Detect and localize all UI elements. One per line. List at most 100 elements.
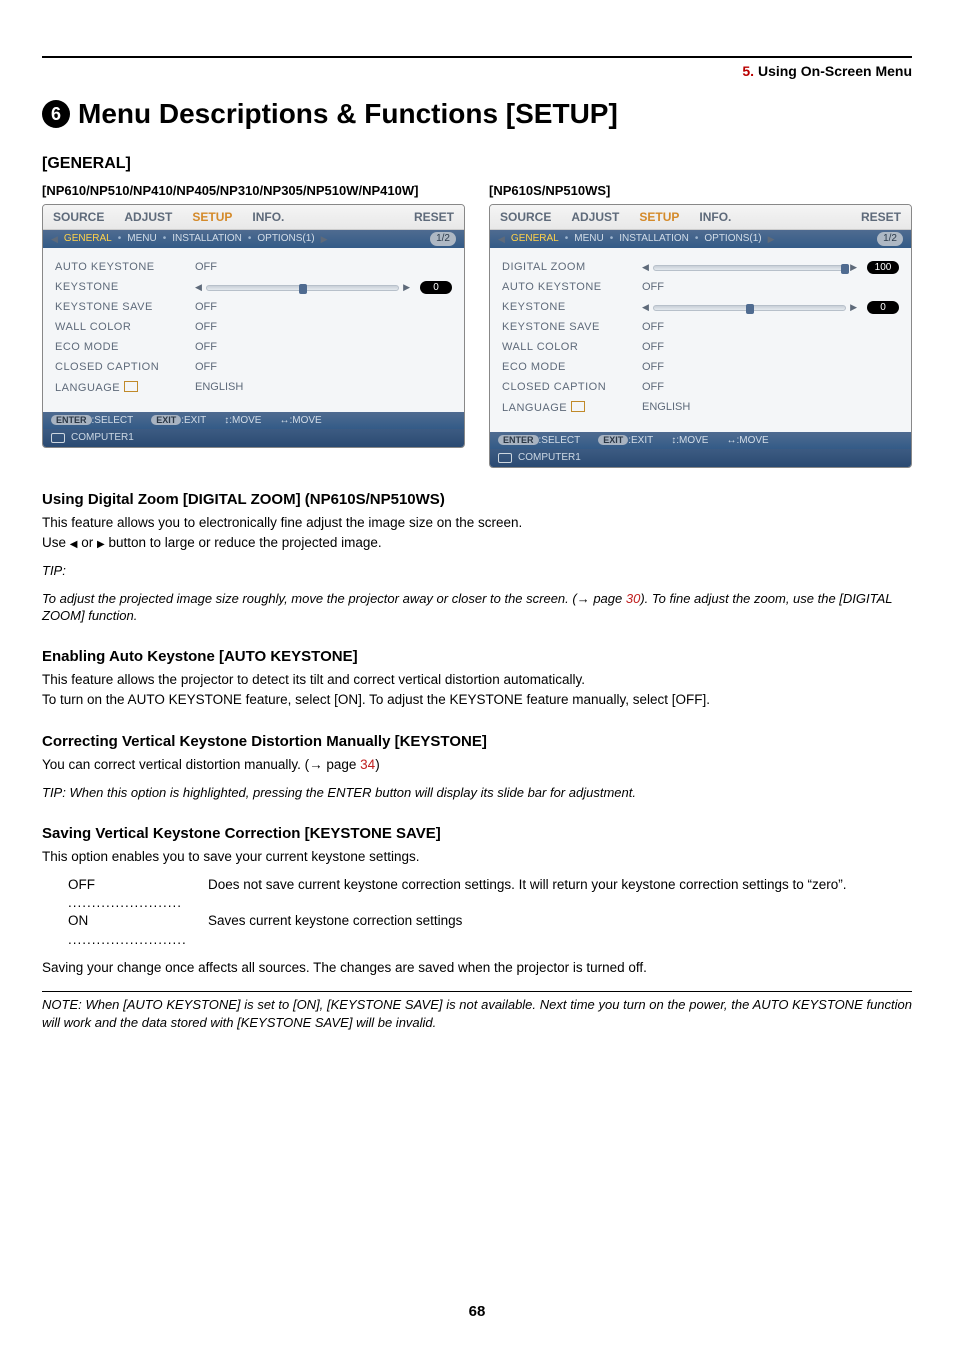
osd-row-value: OFF bbox=[195, 320, 217, 335]
subtab-installation[interactable]: INSTALLATION bbox=[619, 232, 689, 246]
osd-row[interactable]: AUTO KEYSTONEOFF bbox=[55, 258, 452, 278]
page-link-30[interactable]: 30 bbox=[626, 591, 640, 606]
osd-row-label: KEYSTONE bbox=[502, 300, 642, 315]
section-title: Using On-Screen Menu bbox=[758, 63, 912, 79]
subtab-right-arrow-icon[interactable]: ▶ bbox=[768, 233, 775, 245]
osd-row[interactable]: KEYSTONE◀ ▶ 0 bbox=[55, 278, 452, 298]
source-name: COMPUTER1 bbox=[71, 431, 134, 445]
slider-value-badge: 100 bbox=[867, 261, 899, 275]
enter-label: :SELECT bbox=[539, 435, 581, 446]
slider-left-arrow-icon[interactable]: ◀ bbox=[642, 261, 649, 273]
osd-row-label: LANGUAGE bbox=[55, 380, 195, 396]
osd-row[interactable]: LANGUAGEENGLISH bbox=[55, 378, 452, 398]
subtab-menu[interactable]: MENU bbox=[574, 232, 603, 246]
keystone-manual-tip: TIP: When this option is highlighted, pr… bbox=[42, 784, 912, 802]
osd-row[interactable]: ECO MODEOFF bbox=[502, 358, 899, 378]
section-header: 5. Using On-Screen Menu bbox=[42, 56, 912, 81]
osd-row[interactable]: WALL COLOROFF bbox=[502, 338, 899, 358]
subtab-right-arrow-icon[interactable]: ▶ bbox=[321, 233, 328, 245]
osd-row[interactable]: CLOSED CAPTIONOFF bbox=[55, 358, 452, 378]
osd-tab-adjust[interactable]: ADJUST bbox=[561, 205, 629, 229]
subtab-installation[interactable]: INSTALLATION bbox=[172, 232, 242, 246]
osd-tab-adjust[interactable]: ADJUST bbox=[114, 205, 182, 229]
osd-row[interactable]: CLOSED CAPTIONOFF bbox=[502, 378, 899, 398]
osd-row-label: KEYSTONE bbox=[55, 280, 195, 295]
language-icon bbox=[124, 381, 138, 392]
osd-row[interactable]: LANGUAGEENGLISH bbox=[502, 398, 899, 418]
subtab-page-indicator: 1/2 bbox=[877, 232, 903, 246]
osd-row-value: ENGLISH bbox=[642, 400, 690, 415]
digital-zoom-p2: Use or button to large or reduce the pro… bbox=[42, 534, 912, 552]
right-triangle-icon bbox=[97, 535, 105, 550]
osd-row[interactable]: KEYSTONE SAVEOFF bbox=[55, 298, 452, 318]
slider-right-arrow-icon[interactable]: ▶ bbox=[403, 281, 410, 293]
osd-row-value: ENGLISH bbox=[195, 380, 243, 395]
osd-row-label: DIGITAL ZOOM bbox=[502, 260, 642, 275]
slider-track[interactable] bbox=[653, 265, 846, 271]
osd-row[interactable]: DIGITAL ZOOM◀ ▶ 100 bbox=[502, 258, 899, 278]
subtab-left-arrow-icon[interactable]: ◀ bbox=[498, 233, 505, 245]
osd-slider[interactable]: ◀▶0 bbox=[642, 301, 899, 315]
def-on-desc: Saves current keystone correction settin… bbox=[208, 912, 912, 948]
heading-keystone-manual: Correcting Vertical Keystone Distortion … bbox=[42, 732, 912, 752]
osd-row-value: OFF bbox=[642, 380, 664, 395]
slider-track[interactable] bbox=[653, 305, 846, 311]
enter-label: :SELECT bbox=[92, 415, 134, 426]
move-leftright: ↔:MOVE bbox=[726, 434, 768, 448]
osd-row[interactable]: KEYSTONE SAVEOFF bbox=[502, 318, 899, 338]
slider-track[interactable] bbox=[206, 285, 399, 291]
move-updown: ↕:MOVE bbox=[224, 414, 261, 428]
osd-tab-source[interactable]: SOURCE bbox=[43, 205, 114, 229]
osd-slider[interactable]: ◀ ▶ 100 bbox=[642, 261, 899, 275]
auto-keystone-p2: To turn on the AUTO KEYSTONE feature, se… bbox=[42, 691, 912, 709]
slider-right-arrow-icon[interactable]: ▶ bbox=[850, 301, 857, 313]
slider-thumb[interactable] bbox=[841, 264, 849, 274]
slider-thumb[interactable] bbox=[746, 304, 754, 314]
slider-left-arrow-icon[interactable]: ◀ bbox=[195, 281, 202, 293]
osd-screenshots-row: [NP610/NP510/NP410/NP405/NP310/NP305/NP5… bbox=[42, 182, 912, 467]
osd-row-value: OFF bbox=[642, 320, 664, 335]
osd-row[interactable]: AUTO KEYSTONEOFF bbox=[502, 278, 899, 298]
osd-tab-source[interactable]: SOURCE bbox=[490, 205, 561, 229]
slider-left-arrow-icon[interactable]: ◀ bbox=[642, 301, 649, 313]
heading-keystone-save: Saving Vertical Keystone Correction [KEY… bbox=[42, 824, 912, 844]
osd-tab-setup[interactable]: SETUP bbox=[629, 205, 689, 229]
osd-tab-info[interactable]: INFO. bbox=[689, 205, 741, 229]
osd-tab-reset[interactable]: RESET bbox=[851, 205, 911, 229]
enter-pill-icon: ENTER bbox=[51, 415, 92, 425]
osd-row-label: LANGUAGE bbox=[502, 400, 642, 416]
def-on-term: ON bbox=[68, 913, 88, 928]
osd-tab-setup[interactable]: SETUP bbox=[182, 205, 242, 229]
subtab-page-indicator: 1/2 bbox=[430, 232, 456, 246]
osd-row-value: OFF bbox=[195, 340, 217, 355]
subtab-general[interactable]: GENERAL bbox=[64, 232, 112, 246]
slider-value-badge: 0 bbox=[420, 281, 452, 295]
osd-row-label: ECO MODE bbox=[55, 340, 195, 355]
subtab-general[interactable]: GENERAL bbox=[511, 232, 559, 246]
page-number: 68 bbox=[0, 1302, 954, 1322]
subtab-options1[interactable]: OPTIONS(1) bbox=[704, 232, 761, 246]
page-link-34[interactable]: 34 bbox=[360, 757, 375, 772]
osd-row[interactable]: KEYSTONE◀▶0 bbox=[502, 298, 899, 318]
osd-row-value: OFF bbox=[642, 280, 664, 295]
heading-auto-keystone: Enabling Auto Keystone [AUTO KEYSTONE] bbox=[42, 647, 912, 667]
subtab-options1[interactable]: OPTIONS(1) bbox=[257, 232, 314, 246]
exit-label: :EXIT bbox=[181, 415, 206, 426]
osd-tab-info[interactable]: INFO. bbox=[242, 205, 294, 229]
osd-row[interactable]: WALL COLOROFF bbox=[55, 318, 452, 338]
osd-row-value: OFF bbox=[642, 360, 664, 375]
section-number: 5. bbox=[742, 63, 754, 79]
model-label-right: [NP610S/NP510WS] bbox=[489, 182, 912, 200]
slider-right-arrow-icon[interactable]: ▶ bbox=[850, 261, 857, 273]
osd-slider[interactable]: ◀ ▶ 0 bbox=[195, 281, 452, 295]
subtab-left-arrow-icon[interactable]: ◀ bbox=[51, 233, 58, 245]
move-leftright: ↔:MOVE bbox=[279, 414, 321, 428]
osd-row-label: ECO MODE bbox=[502, 360, 642, 375]
subtab-menu[interactable]: MENU bbox=[127, 232, 156, 246]
osd-tab-reset[interactable]: RESET bbox=[404, 205, 464, 229]
slider-thumb[interactable] bbox=[299, 284, 307, 294]
osd-row-label: AUTO KEYSTONE bbox=[55, 260, 195, 275]
osd-row-value: OFF bbox=[642, 340, 664, 355]
osd-row-label: WALL COLOR bbox=[55, 320, 195, 335]
osd-row[interactable]: ECO MODEOFF bbox=[55, 338, 452, 358]
